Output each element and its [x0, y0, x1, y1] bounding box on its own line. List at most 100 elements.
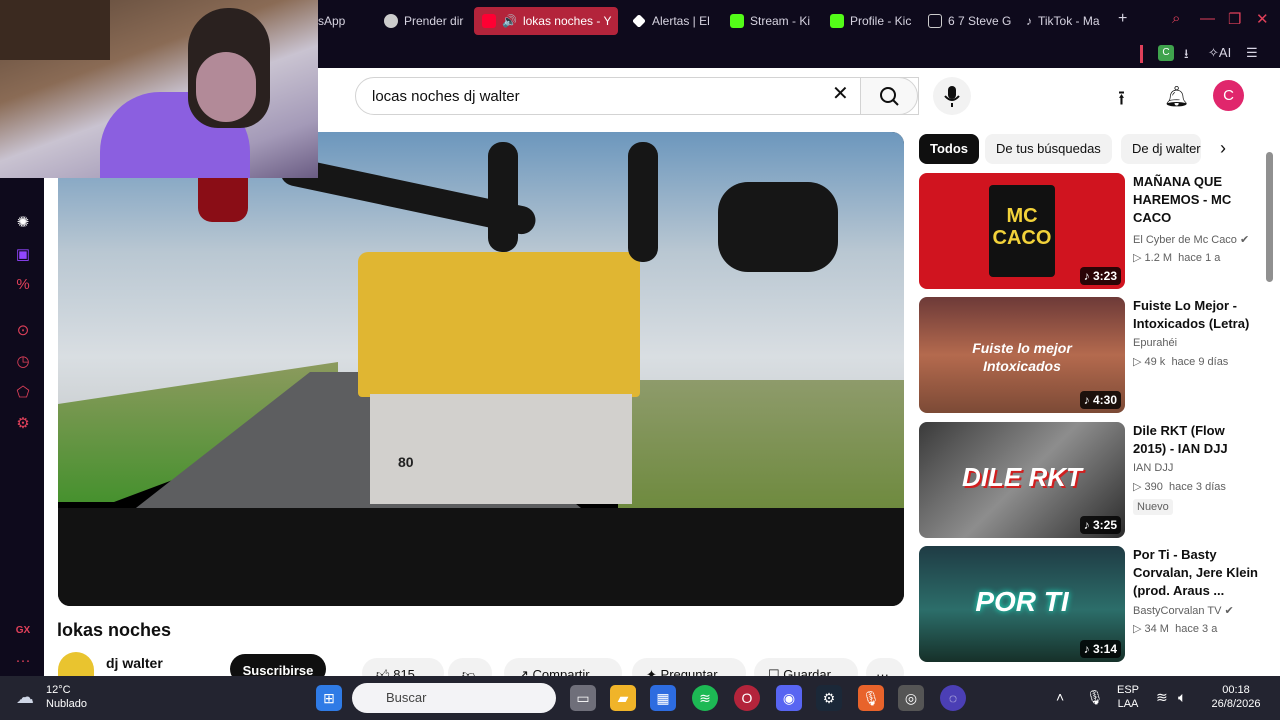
temperature: 12°C	[46, 684, 71, 696]
clock[interactable]: 00:18 26/8/2026	[1204, 683, 1268, 711]
channel-avatar[interactable]	[58, 652, 94, 676]
recommendation-item[interactable]: DILE RKT ♪ 3:25 Dile RKT (Flow 2015) - I…	[919, 422, 1267, 540]
language-indicator[interactable]: ESP LAA	[1112, 683, 1144, 711]
video-thumbnail[interactable]: POR TI ♪ 3:14	[919, 546, 1125, 662]
tab-kick-profile[interactable]: Profile - Kic	[822, 7, 914, 35]
truck-number: 80	[398, 454, 414, 470]
recommendation-title[interactable]: MAÑANA QUE HAREMOS - MC CACO	[1133, 173, 1261, 227]
store-icon[interactable]: ▦	[650, 685, 676, 711]
recommendation-meta: ▷ 390 hace 3 días	[1133, 481, 1226, 493]
recommendation-title[interactable]: Fuiste Lo Mejor - Intoxicados (Letra)	[1133, 297, 1261, 333]
chip-from-channel[interactable]: De dj walter	[1121, 134, 1201, 164]
recommendation-channel[interactable]: BastyCorvalan TV ✔	[1133, 604, 1261, 617]
recommendation-item[interactable]: POR TI ♪ 3:14 Por Ti - Basty Corvalan, J…	[919, 546, 1267, 664]
percent-icon[interactable]: %	[14, 276, 32, 294]
weather-condition: Nublado	[46, 698, 87, 710]
duration-badge: ♪ 3:23	[1079, 267, 1121, 285]
search-button[interactable]	[860, 77, 918, 115]
discord-icon[interactable]: ◉	[776, 685, 802, 711]
volume-icon[interactable]: 🔈︎	[1178, 689, 1186, 706]
duration: 3:23	[1092, 269, 1117, 283]
thumbnail-text: MC CACO	[992, 205, 1052, 249]
taskbar-search[interactable]: Buscar	[352, 683, 556, 713]
tab-streamelements[interactable]: Alertas | El	[624, 7, 714, 35]
easy-setup-icon[interactable]: ☰	[1246, 45, 1258, 61]
chevron-right-icon[interactable]: ›	[1220, 138, 1226, 159]
truck-tarp	[358, 252, 640, 397]
extensions-icon[interactable]: ⬠	[14, 384, 32, 402]
duration-badge: ♪ 3:25	[1079, 516, 1121, 534]
search-icon	[880, 87, 899, 106]
clear-search-icon[interactable]: ✕	[832, 84, 849, 104]
tab-chatgpt[interactable]: Prender dir	[376, 7, 470, 35]
chip-from-searches[interactable]: De tus búsquedas	[985, 134, 1112, 164]
gx-label[interactable]: GX	[12, 622, 34, 640]
windshield-sticker	[628, 142, 658, 262]
truck-dashboard	[58, 508, 904, 606]
more-icon[interactable]: ···	[14, 652, 32, 670]
tab-doc[interactable]: 6 7 Steve G	[920, 7, 1012, 35]
duration: 4:30	[1092, 393, 1117, 407]
spotify-icon[interactable]: ≋	[692, 685, 718, 711]
scrollbar[interactable]	[1266, 152, 1273, 282]
recommendation-channel[interactable]: Epurahéi	[1133, 337, 1261, 349]
webcam-person	[196, 52, 256, 122]
tab-tiktok[interactable]: ♪ TikTok - Ma	[1018, 7, 1110, 35]
voice-search-button[interactable]	[933, 77, 971, 115]
player-icon[interactable]: ⊙	[14, 322, 32, 340]
video-thumbnail[interactable]: DILE RKT ♪ 3:25	[919, 422, 1125, 538]
streamelements-icon	[632, 14, 646, 28]
recommendation-title[interactable]: Dile RKT (Flow 2015) - IAN DJJ	[1133, 422, 1261, 458]
video-title: lokas noches	[57, 620, 172, 640]
maximize-icon[interactable]: ❐	[1228, 10, 1241, 28]
recommendation-item[interactable]: MC CACO ♪ 3:23 MAÑANA QUE HAREMOS - MC C…	[919, 173, 1267, 291]
speaker-icon[interactable]: 🔊	[502, 14, 517, 28]
keyboard-layout: LAA	[1117, 698, 1139, 710]
age: hace 3 a	[1175, 623, 1218, 635]
tiktok-icon: ♪	[1026, 14, 1032, 28]
notifications-icon[interactable]: 🔔︎	[1164, 84, 1189, 109]
steam-icon[interactable]: ⚙	[816, 685, 842, 711]
video-thumbnail[interactable]: MC CACO ♪ 3:23	[919, 173, 1125, 289]
history-icon[interactable]: ◷	[14, 353, 32, 371]
minimize-icon[interactable]: —	[1200, 10, 1215, 27]
user-avatar[interactable]: C	[1213, 80, 1244, 111]
ai-icon[interactable]: ✧AI	[1208, 45, 1231, 61]
video-thumbnail[interactable]: Fuiste lo mejor Intoxicados ♪ 4:30	[919, 297, 1125, 413]
upload-icon[interactable]: ⭱	[1118, 84, 1125, 118]
windshield-sticker	[718, 182, 838, 272]
tab-kick-stream[interactable]: Stream - Ki	[722, 7, 814, 35]
time: 00:18	[1222, 684, 1250, 696]
close-window-icon[interactable]: ✕	[1256, 10, 1269, 28]
chatgpt-sidebar-icon[interactable]: ✺	[14, 214, 32, 232]
twitch-icon[interactable]: ▣	[14, 246, 32, 264]
recommendation-channel[interactable]: El Cyber de Mc Caco ✔	[1133, 233, 1261, 246]
tab-youtube-active[interactable]: 🔊 lokas noches - Y	[474, 7, 618, 35]
file-explorer-icon[interactable]: ▰	[610, 685, 636, 711]
settings-icon[interactable]: ⚙	[14, 415, 32, 433]
language-code: ESP	[1116, 684, 1139, 696]
microphone-app-icon[interactable]: 🎙︎	[858, 685, 884, 711]
views: 49 k	[1144, 356, 1166, 368]
views: 1.2 M	[1144, 252, 1173, 264]
weather-widget[interactable]: 12°C Nublado	[46, 683, 87, 711]
new-badge: Nuevo	[1133, 499, 1173, 515]
new-tab-button[interactable]: +	[1118, 10, 1127, 28]
recommendation-title[interactable]: Por Ti - Basty Corvalan, Jere Klein (pro…	[1133, 546, 1261, 600]
chip-all[interactable]: Todos	[919, 134, 980, 164]
chevron-up-icon[interactable]: ˄	[1056, 689, 1064, 705]
obs-icon[interactable]: ◎	[898, 685, 924, 711]
recommendation-item[interactable]: Fuiste lo mejor Intoxicados ♪ 4:30 Fuist…	[919, 297, 1267, 415]
recommendation-channel[interactable]: IAN DJJ	[1133, 462, 1261, 474]
task-view-icon[interactable]: ▭	[570, 685, 596, 711]
opera-gx-icon[interactable]: O	[734, 685, 760, 711]
search-tabs-icon[interactable]: ⌕	[1172, 10, 1180, 27]
extension-icon[interactable]: C	[1158, 45, 1174, 61]
channel-name[interactable]: dj walter	[106, 655, 163, 671]
download-icon[interactable]: ⭳	[1184, 45, 1189, 67]
app-icon[interactable]: ◌	[940, 685, 966, 711]
video-player[interactable]: 80	[58, 132, 904, 606]
microphone-icon[interactable]: 🎙︎	[1086, 689, 1104, 706]
wifi-icon[interactable]: ≋	[1156, 689, 1168, 706]
start-icon[interactable]: ⊞	[316, 685, 342, 711]
